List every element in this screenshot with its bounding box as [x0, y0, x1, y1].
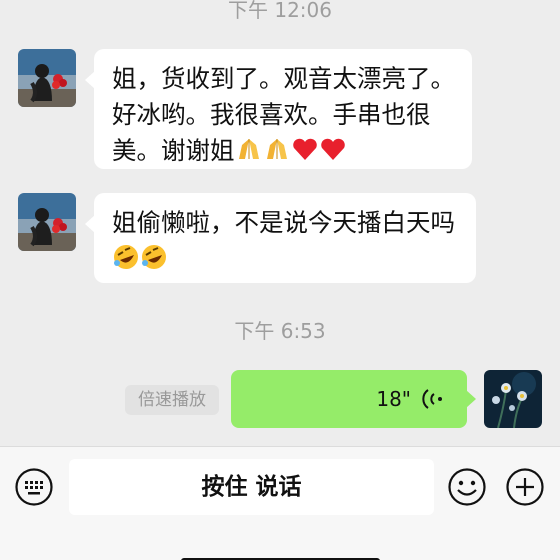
- folded-hands-emoji-icon: [235, 136, 263, 165]
- message-bubble[interactable]: 姐，货收到了。观音太漂亮了。好冰哟。我很喜欢。手串也很美。谢谢姐: [85, 49, 472, 169]
- timestamp: 下午 12:06: [228, 0, 332, 22]
- timestamp: 下午 6:53: [234, 319, 326, 343]
- contact-avatar[interactable]: [18, 193, 76, 251]
- voice-wave-icon: [422, 389, 442, 409]
- emoji-icon[interactable]: [447, 467, 487, 507]
- speed-play-button[interactable]: 倍速播放: [125, 385, 219, 415]
- voice-duration: 18": [376, 387, 411, 411]
- rolling-laughing-emoji-icon: [112, 244, 140, 273]
- rolling-laughing-emoji-icon: [140, 244, 168, 273]
- contact-avatar[interactable]: [18, 49, 76, 107]
- red-heart-emoji-icon: [291, 136, 319, 165]
- input-bar: 按住 说话: [0, 446, 560, 560]
- keyboard-icon[interactable]: [14, 467, 54, 507]
- hold-to-talk-button[interactable]: 按住 说话: [69, 459, 434, 515]
- user-avatar[interactable]: [484, 370, 542, 428]
- red-heart-emoji-icon: [319, 136, 347, 165]
- message-bubble[interactable]: 姐偷懒啦，不是说今天播白天吗: [85, 193, 476, 283]
- folded-hands-emoji-icon: [263, 136, 291, 165]
- chat-screen: 下午 12:06 姐，货收到了。观音太漂亮了。好冰哟。我很喜欢。手串也很美。谢谢…: [0, 0, 560, 560]
- plus-icon[interactable]: [505, 467, 545, 507]
- voice-message-bubble[interactable]: 18": [231, 370, 476, 428]
- message-text: 姐偷懒啦，不是说今天播白天吗: [112, 208, 455, 237]
